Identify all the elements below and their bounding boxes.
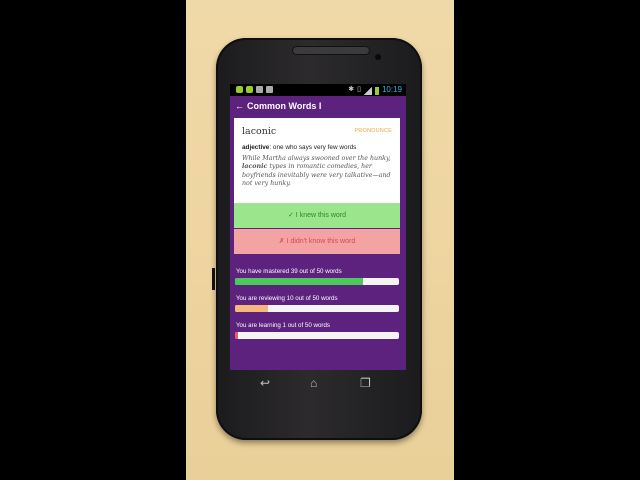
pronounce-button[interactable]: PRONOUNCE <box>354 128 392 134</box>
reviewing-progress-bar <box>235 305 399 312</box>
system-status: ✱ ▯ 10:19 <box>348 84 402 96</box>
front-camera <box>375 54 381 60</box>
image-icon <box>266 86 273 93</box>
deck-title: Common Words I <box>247 101 322 111</box>
action-bar: ← Common Words I <box>230 98 406 114</box>
earpiece-speaker <box>292 46 370 55</box>
battery-icon <box>374 87 379 95</box>
gmail-icon <box>256 86 263 93</box>
mastered-progress-fill <box>235 278 363 285</box>
bluetooth-icon: ✱ <box>348 86 355 93</box>
mastered-progress-bar <box>235 278 399 285</box>
navigation-bar: ↩ ⌂ ❐ <box>230 370 406 398</box>
definition-text: : one who says very few words <box>269 144 357 151</box>
android-icon <box>246 86 253 93</box>
reviewing-progress-fill <box>235 305 268 312</box>
phone-screen: ✱ ▯ 10:19 ← Common Words I laconic PRONO… <box>230 84 406 370</box>
learning-progress-bar <box>235 332 399 339</box>
status-clock: 10:19 <box>381 85 402 94</box>
learning-label: You are learning 1 out of 50 words <box>236 322 331 329</box>
android-icon <box>236 86 243 93</box>
mastered-label: You have mastered 39 out of 50 words <box>236 268 342 275</box>
word-heading: laconic <box>242 126 277 137</box>
recents-icon[interactable]: ❐ <box>360 376 371 390</box>
back-icon[interactable]: ↩ <box>260 376 270 390</box>
home-icon[interactable]: ⌂ <box>310 376 317 390</box>
reviewing-label: You are reviewing 10 out of 50 words <box>236 295 338 302</box>
notification-icons <box>236 86 273 93</box>
word-card: laconic PRONOUNCE adjective: one who say… <box>234 118 400 206</box>
vibrate-icon: ▯ <box>357 86 361 93</box>
volume-button <box>212 268 215 290</box>
back-arrow-icon[interactable]: ← <box>235 98 244 114</box>
learning-progress-fill <box>235 332 239 339</box>
signal-icon <box>363 87 372 95</box>
knew-word-button[interactable]: ✓ I knew this word <box>234 203 400 228</box>
definition: adjective: one who says very few words <box>242 144 394 151</box>
example-word: laconic <box>242 163 268 171</box>
didnt-know-button[interactable]: ✗ I didn't know this word <box>234 229 400 254</box>
example-sentence: While Martha always swooned over the hun… <box>242 155 394 189</box>
part-of-speech: adjective <box>242 144 270 151</box>
example-before: While Martha always swooned over the hun… <box>242 155 391 162</box>
status-bar: ✱ ▯ 10:19 <box>230 84 406 96</box>
